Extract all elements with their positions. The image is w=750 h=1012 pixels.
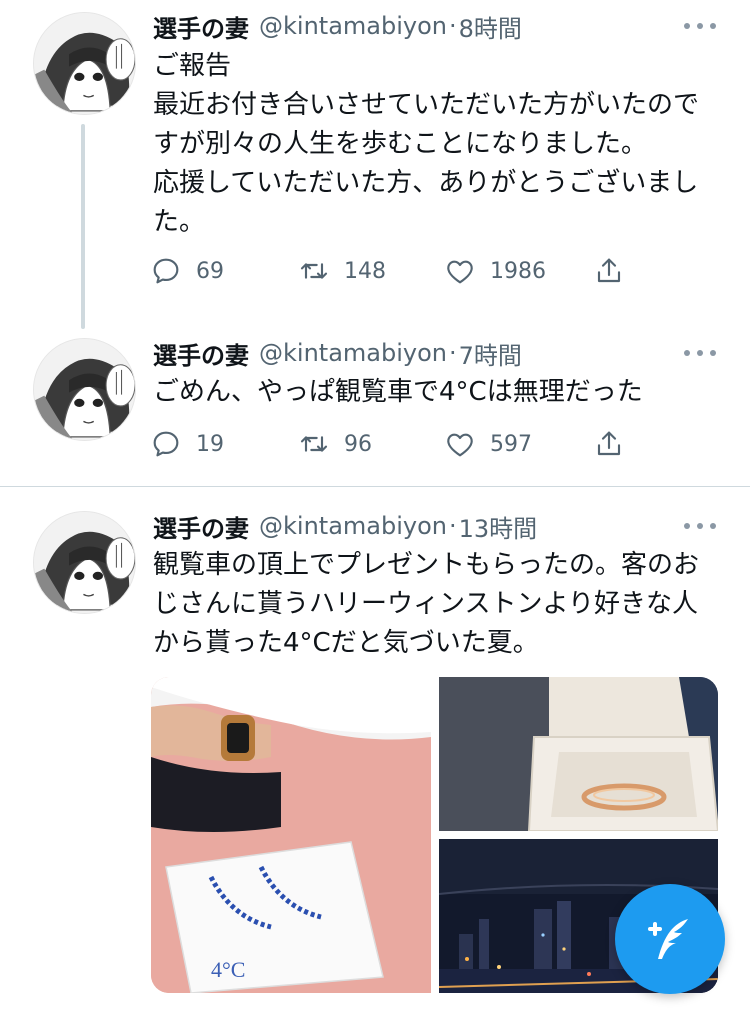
photo-ring-box[interactable] (439, 677, 718, 831)
reply-count: 19 (196, 431, 224, 457)
display-name[interactable]: 選手の妻 (153, 9, 249, 44)
user-handle[interactable]: @kintamabiyon (259, 512, 447, 540)
more-icon[interactable] (684, 516, 716, 536)
share-button[interactable] (593, 251, 625, 291)
tweet-actions: 19 96 597 (150, 424, 640, 464)
tweet-header: 選手の妻 @kintamabiyon · 7時間 (153, 335, 522, 371)
display-name[interactable]: 選手の妻 (153, 336, 249, 371)
avatar[interactable] (33, 12, 136, 115)
retweet-button[interactable]: 148 (298, 251, 386, 291)
heart-icon (444, 255, 476, 287)
retweet-count: 148 (344, 258, 386, 284)
avatar[interactable] (33, 511, 136, 614)
share-icon (593, 428, 625, 460)
avatar-image (34, 13, 135, 114)
bag-logo: 4°C (211, 957, 245, 982)
reply-count: 69 (196, 258, 224, 284)
tweet-text: 観覧車の頂上でプレゼントもらったの。客のおじさんに貰うハリーウィンストンより好き… (153, 550, 700, 658)
more-icon[interactable] (684, 343, 716, 363)
avatar-image (34, 339, 135, 440)
tweet-text: ごめん、やっぱ観覧車で4°Cは無理だった (153, 377, 643, 407)
timestamp[interactable]: 13時間 (459, 509, 538, 544)
separator: · (448, 339, 457, 367)
timestamp[interactable]: 8時間 (459, 9, 522, 44)
heart-icon (444, 428, 476, 460)
display-name[interactable]: 選手の妻 (153, 509, 249, 544)
photo-bag-watch-image: 4°C (151, 677, 431, 993)
tweet-divider (0, 486, 750, 487)
tweet-text: ご報告 最近お付き合いさせていただいた方がいたのですが別々の人生を歩むことになり… (153, 51, 700, 237)
photo-bag-watch[interactable]: 4°C (151, 677, 431, 993)
retweet-count: 96 (344, 431, 372, 457)
reply-icon (150, 255, 182, 287)
share-button[interactable] (593, 424, 625, 464)
user-handle[interactable]: @kintamabiyon (259, 339, 447, 367)
share-icon (593, 255, 625, 287)
avatar-image (34, 512, 135, 613)
timestamp[interactable]: 7時間 (459, 336, 522, 371)
user-handle[interactable]: @kintamabiyon (259, 12, 447, 40)
reply-icon (150, 428, 182, 460)
more-icon[interactable] (684, 16, 716, 36)
separator: · (448, 512, 457, 540)
like-count: 1986 (490, 258, 546, 284)
retweet-icon (298, 428, 330, 460)
like-button[interactable]: 1986 (444, 251, 546, 291)
reply-button[interactable]: 69 (150, 251, 224, 291)
retweet-icon (298, 255, 330, 287)
retweet-button[interactable]: 96 (298, 424, 372, 464)
tweet-header: 選手の妻 @kintamabiyon · 8時間 (153, 8, 522, 44)
tweet-actions: 69 148 1986 (150, 251, 640, 291)
like-count: 597 (490, 431, 532, 457)
compose-tweet-icon (648, 919, 688, 959)
avatar[interactable] (33, 338, 136, 441)
separator: · (448, 12, 457, 40)
reply-button[interactable]: 19 (150, 424, 224, 464)
thread-line (81, 124, 85, 329)
compose-tweet-button[interactable] (615, 884, 725, 994)
tweet-header: 選手の妻 @kintamabiyon · 13時間 (153, 508, 537, 544)
like-button[interactable]: 597 (444, 424, 532, 464)
photo-ring-box-image (439, 677, 718, 831)
